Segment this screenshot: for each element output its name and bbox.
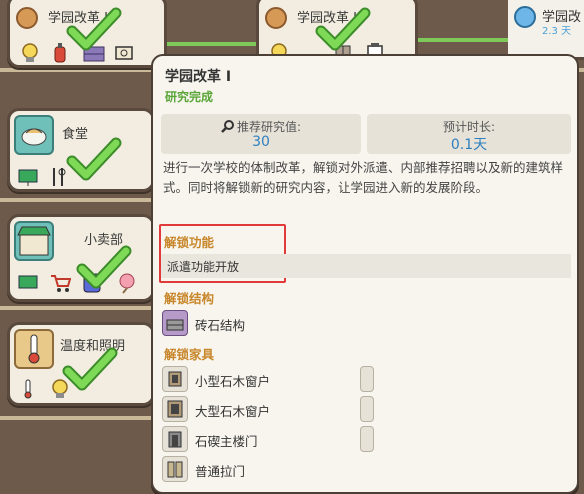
tech-card-shop[interactable]: 小卖部 [7,214,155,302]
completed-check-icon [62,347,118,391]
unlock-feature-label: 派遣功能开放 [167,260,240,274]
star-badge-icon [514,6,536,28]
tree-connector [0,198,160,202]
display-board-icon [16,165,40,189]
recommend-research-text: 推荐研究值: [236,120,302,134]
tree-connector [0,306,160,310]
sliding-door-icon [162,456,188,482]
unlock-furniture-label: 普通拉门 [195,464,246,479]
research-status: 研究完成 [165,90,214,104]
tech-coin-icon [16,7,38,29]
tech-card-temperature-lighting[interactable]: 温度和照明 [7,322,155,406]
estimated-time-label: 预计时长: [442,120,496,134]
research-duration: 2.3 天 [542,26,572,37]
recommend-research-box: 推荐研究值: 30 [161,114,361,154]
tech-card-reform-1[interactable]: 学园改革 I [7,0,167,68]
stone-gate-icon [162,426,188,452]
completed-check-icon [66,137,122,181]
tree-connector [0,416,160,420]
furniture-icon-partial [360,396,374,422]
unlock-furniture-label: 石碶主楼门 [195,434,258,449]
unlock-furniture-label: 小型石木窗户 [195,374,271,389]
completed-check-icon [66,7,122,51]
completed-check-icon [315,7,371,51]
magnifier-icon [221,120,234,133]
tree-connector-complete [160,42,260,46]
tech-detail-tooltip: 学园改革 I 研究完成 推荐研究值: 30 预计时长: 0.1天 进行一次学校的… [151,54,579,494]
unlock-furniture-label: 大型石木窗户 [195,404,271,419]
cart-icon [48,271,72,295]
canteen-icon [14,115,54,155]
thermometer-icon [14,329,54,369]
brick-structure-icon [162,310,188,336]
large-window-icon [162,396,188,422]
tech-description: 进行一次学校的体制改革，解锁对外派遣、内部推荐招聘以及新的建筑样式。同时将解锁新… [163,160,564,195]
unlock-structure-label: 砖石结构 [195,318,246,333]
estimated-time-value: 0.1天 [450,137,488,153]
tree-connector-complete [415,38,510,42]
recommend-research-value: 30 [252,134,270,150]
shop-icon [14,221,54,261]
tech-card-reform-3[interactable]: 学园改 2.3 天 [508,0,584,60]
recommend-research-label: 推荐研究值: [161,118,361,135]
display-board-icon [16,271,40,295]
furniture-icon-partial [360,366,374,392]
estimated-time-box: 预计时长: 0.1天 [367,114,571,154]
unlock-structures-heading: 解锁结构 [164,291,215,306]
tooltip-title: 学园改革 I [165,69,232,85]
furniture-icon-partial [360,426,374,452]
thermometer-small-icon [16,377,40,401]
tech-card-canteen[interactable]: 食堂 [7,108,155,192]
unlock-furniture-heading: 解锁家具 [164,347,215,362]
unlock-features-heading: 解锁功能 [164,235,215,250]
completed-check-icon [76,245,132,289]
small-window-icon [162,366,188,392]
tech-coin-icon [265,7,287,29]
lightbulb-icon [18,41,42,65]
unlock-feature-row: 派遣功能开放 [161,254,571,278]
